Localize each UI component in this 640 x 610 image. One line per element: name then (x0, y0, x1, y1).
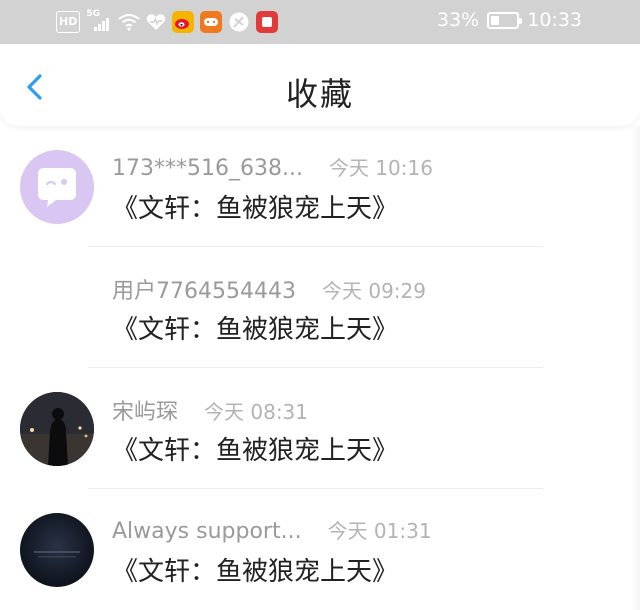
status-bar: HD 5G 33% 10:33 (0, 0, 640, 44)
username[interactable]: 173***516_638... (112, 156, 303, 181)
username[interactable]: 宋屿琛 (112, 394, 178, 426)
timestamp: 今天 10:16 (328, 156, 433, 180)
item-meta: 宋屿琛 今天 08:31 (112, 394, 308, 426)
list-item[interactable]: 用户7764554443 今天 09:29 《文轩：鱼被狼宠上天》 (0, 247, 640, 368)
battery-icon (487, 11, 523, 29)
browser-icon (228, 11, 250, 33)
username[interactable]: Always support... (112, 519, 302, 544)
list-item[interactable]: 173***516_638... 今天 10:16 《文轩：鱼被狼宠上天》 (0, 126, 640, 247)
item-content[interactable]: 《文轩：鱼被狼宠上天》 (112, 309, 398, 346)
clock: 10:33 (527, 9, 582, 31)
page-title: 收藏 (285, 75, 354, 113)
hd-icon: HD (56, 11, 81, 33)
weibo-icon (172, 11, 195, 33)
status-right: 33% 10:33 (437, 9, 582, 31)
heart-icon (146, 11, 166, 33)
status-icons: HD 5G (56, 9, 279, 34)
red-app-icon (256, 11, 279, 33)
item-meta: 173***516_638... 今天 10:16 (112, 152, 433, 181)
timestamp: 今天 08:31 (204, 400, 309, 424)
scroll-edge (630, 126, 640, 610)
item-meta: Always support... 今天 01:31 (112, 515, 432, 544)
timestamp: 今天 01:31 (327, 519, 432, 543)
username[interactable]: 用户7764554443 (112, 273, 296, 305)
list-item[interactable]: Always support... 今天 01:31 《文轩：鱼被狼宠上天》 (0, 489, 640, 610)
wifi-icon (118, 11, 140, 33)
dark-photo-avatar[interactable] (20, 513, 94, 587)
battery-percent: 33% (437, 9, 480, 31)
chat-bubble-avatar[interactable] (20, 150, 94, 224)
favorites-list: 173***516_638... 今天 10:16 《文轩：鱼被狼宠上天》 用户… (0, 126, 640, 610)
header: 收藏 (0, 44, 640, 126)
signal-5g-icon: 5G (86, 9, 112, 33)
item-content[interactable]: 《文轩：鱼被狼宠上天》 (112, 430, 398, 467)
list-item[interactable]: 宋屿琛 今天 08:31 《文轩：鱼被狼宠上天》 (0, 368, 640, 489)
timestamp: 今天 09:29 (321, 279, 426, 303)
item-content[interactable]: 《文轩：鱼被狼宠上天》 (112, 188, 398, 225)
item-meta: 用户7764554443 今天 09:29 (112, 273, 426, 305)
photo-avatar[interactable] (20, 392, 94, 466)
item-content[interactable]: 《文轩：鱼被狼宠上天》 (112, 551, 398, 588)
game-app-icon (200, 11, 223, 33)
